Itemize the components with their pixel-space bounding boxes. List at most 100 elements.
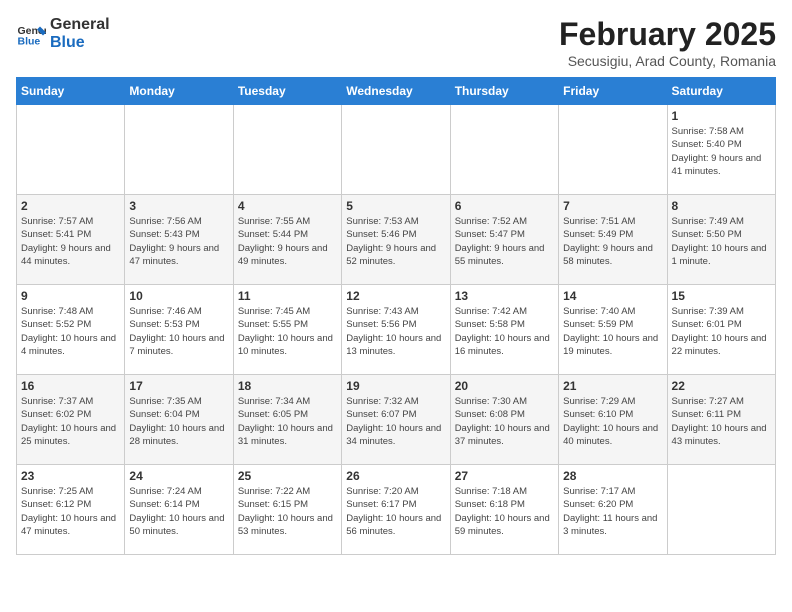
day-info: Sunrise: 7:51 AM Sunset: 5:49 PM Dayligh… — [563, 215, 662, 268]
day-number: 11 — [238, 289, 337, 303]
day-info: Sunrise: 7:24 AM Sunset: 6:14 PM Dayligh… — [129, 485, 228, 538]
day-info: Sunrise: 7:46 AM Sunset: 5:53 PM Dayligh… — [129, 305, 228, 358]
day-number: 1 — [672, 109, 771, 123]
day-number: 5 — [346, 199, 445, 213]
day-number: 21 — [563, 379, 662, 393]
day-info: Sunrise: 7:20 AM Sunset: 6:17 PM Dayligh… — [346, 485, 445, 538]
day-info: Sunrise: 7:27 AM Sunset: 6:11 PM Dayligh… — [672, 395, 771, 448]
header: General Blue General Blue February 2025 … — [16, 16, 776, 69]
day-info: Sunrise: 7:17 AM Sunset: 6:20 PM Dayligh… — [563, 485, 662, 538]
day-number: 16 — [21, 379, 120, 393]
day-info: Sunrise: 7:57 AM Sunset: 5:41 PM Dayligh… — [21, 215, 120, 268]
day-info: Sunrise: 7:40 AM Sunset: 5:59 PM Dayligh… — [563, 305, 662, 358]
calendar-day-cell: 12Sunrise: 7:43 AM Sunset: 5:56 PM Dayli… — [342, 285, 450, 375]
day-number: 14 — [563, 289, 662, 303]
weekday-header-row: SundayMondayTuesdayWednesdayThursdayFrid… — [17, 78, 776, 105]
calendar-day-cell: 23Sunrise: 7:25 AM Sunset: 6:12 PM Dayli… — [17, 465, 125, 555]
day-info: Sunrise: 7:32 AM Sunset: 6:07 PM Dayligh… — [346, 395, 445, 448]
calendar-header: SundayMondayTuesdayWednesdayThursdayFrid… — [17, 78, 776, 105]
day-info: Sunrise: 7:34 AM Sunset: 6:05 PM Dayligh… — [238, 395, 337, 448]
calendar-day-cell: 27 Sunrise: 7:18 AM Sunset: 6:18 PM Dayli… — [450, 465, 558, 555]
day-number: 9 — [21, 289, 120, 303]
day-info: Sunrise: 7:37 AM Sunset: 6:02 PM Dayligh… — [21, 395, 120, 448]
calendar-day-cell — [342, 105, 450, 195]
calendar-day-cell: 16 Sunrise: 7:37 AM Sunset: 6:02 PM Dayli… — [17, 375, 125, 465]
calendar-day-cell: 17 Sunrise: 7:35 AM Sunset: 6:04 PM Dayli… — [125, 375, 233, 465]
day-number: 13 — [455, 289, 554, 303]
calendar-day-cell — [125, 105, 233, 195]
calendar-day-cell: 24 Sunrise: 7:24 AM Sunset: 6:14 PM Dayli… — [125, 465, 233, 555]
calendar-week-row: 23Sunrise: 7:25 AM Sunset: 6:12 PM Dayli… — [17, 465, 776, 555]
day-info: Sunrise: 7:18 AM Sunset: 6:18 PM Dayligh… — [455, 485, 554, 538]
calendar-day-cell: 20 Sunrise: 7:30 AM Sunset: 6:08 PM Dayli… — [450, 375, 558, 465]
calendar-day-cell: 8 Sunrise: 7:49 AM Sunset: 5:50 PM Daylig… — [667, 195, 775, 285]
day-number: 23 — [21, 469, 120, 483]
day-number: 22 — [672, 379, 771, 393]
day-number: 20 — [455, 379, 554, 393]
day-number: 2 — [21, 199, 120, 213]
day-number: 18 — [238, 379, 337, 393]
day-info: Sunrise: 7:53 AM Sunset: 5:46 PM Dayligh… — [346, 215, 445, 268]
calendar-day-cell: 28 Sunrise: 7:17 AM Sunset: 6:20 PM Dayli… — [559, 465, 667, 555]
weekday-header-friday: Friday — [559, 78, 667, 105]
calendar-day-cell: 4 Sunrise: 7:55 AM Sunset: 5:44 PM Daylig… — [233, 195, 341, 285]
calendar-day-cell: 2 Sunrise: 7:57 AM Sunset: 5:41 PM Daylig… — [17, 195, 125, 285]
day-number: 25 — [238, 469, 337, 483]
weekday-header-tuesday: Tuesday — [233, 78, 341, 105]
calendar-day-cell: 9 Sunrise: 7:48 AM Sunset: 5:52 PM Daylig… — [17, 285, 125, 375]
calendar-week-row: 2 Sunrise: 7:57 AM Sunset: 5:41 PM Daylig… — [17, 195, 776, 285]
logo-general: General — [50, 16, 110, 34]
weekday-header-wednesday: Wednesday — [342, 78, 450, 105]
day-info: Sunrise: 7:55 AM Sunset: 5:44 PM Dayligh… — [238, 215, 337, 268]
logo-blue: Blue — [50, 34, 110, 52]
calendar-table: SundayMondayTuesdayWednesdayThursdayFrid… — [16, 77, 776, 555]
calendar-day-cell: 19 Sunrise: 7:32 AM Sunset: 6:07 PM Dayli… — [342, 375, 450, 465]
day-number: 7 — [563, 199, 662, 213]
calendar-day-cell: 13 Sunrise: 7:42 AM Sunset: 5:58 PM Dayli… — [450, 285, 558, 375]
title-area: February 2025 Secusigiu, Arad County, Ro… — [559, 16, 776, 69]
day-info: Sunrise: 7:30 AM Sunset: 6:08 PM Dayligh… — [455, 395, 554, 448]
day-number: 17 — [129, 379, 228, 393]
calendar-day-cell: 26 Sunrise: 7:20 AM Sunset: 6:17 PM Dayli… — [342, 465, 450, 555]
calendar-day-cell: 11Sunrise: 7:45 AM Sunset: 5:55 PM Dayli… — [233, 285, 341, 375]
day-number: 15 — [672, 289, 771, 303]
sub-title: Secusigiu, Arad County, Romania — [559, 53, 776, 69]
day-number: 10 — [129, 289, 228, 303]
day-info: Sunrise: 7:58 AM Sunset: 5:40 PM Dayligh… — [672, 125, 771, 178]
weekday-header-sunday: Sunday — [17, 78, 125, 105]
calendar-day-cell — [667, 465, 775, 555]
logo: General Blue General Blue — [16, 16, 110, 51]
day-number: 6 — [455, 199, 554, 213]
day-info: Sunrise: 7:42 AM Sunset: 5:58 PM Dayligh… — [455, 305, 554, 358]
day-info: Sunrise: 7:22 AM Sunset: 6:15 PM Dayligh… — [238, 485, 337, 538]
calendar-week-row: 16 Sunrise: 7:37 AM Sunset: 6:02 PM Dayli… — [17, 375, 776, 465]
day-number: 19 — [346, 379, 445, 393]
calendar-day-cell: 7 Sunrise: 7:51 AM Sunset: 5:49 PM Daylig… — [559, 195, 667, 285]
day-number: 24 — [129, 469, 228, 483]
day-info: Sunrise: 7:48 AM Sunset: 5:52 PM Dayligh… — [21, 305, 120, 358]
day-number: 4 — [238, 199, 337, 213]
calendar-day-cell — [559, 105, 667, 195]
day-number: 3 — [129, 199, 228, 213]
calendar-day-cell: 5 Sunrise: 7:53 AM Sunset: 5:46 PM Daylig… — [342, 195, 450, 285]
weekday-header-saturday: Saturday — [667, 78, 775, 105]
day-info: Sunrise: 7:39 AM Sunset: 6:01 PM Dayligh… — [672, 305, 771, 358]
day-number: 8 — [672, 199, 771, 213]
weekday-header-thursday: Thursday — [450, 78, 558, 105]
day-number: 26 — [346, 469, 445, 483]
day-info: Sunrise: 7:35 AM Sunset: 6:04 PM Dayligh… — [129, 395, 228, 448]
day-number: 12 — [346, 289, 445, 303]
calendar-day-cell: 15 Sunrise: 7:39 AM Sunset: 6:01 PM Dayli… — [667, 285, 775, 375]
calendar-day-cell: 14 Sunrise: 7:40 AM Sunset: 5:59 PM Dayli… — [559, 285, 667, 375]
calendar-day-cell: 6 Sunrise: 7:52 AM Sunset: 5:47 PM Daylig… — [450, 195, 558, 285]
calendar-week-row: 9 Sunrise: 7:48 AM Sunset: 5:52 PM Daylig… — [17, 285, 776, 375]
day-number: 27 — [455, 469, 554, 483]
calendar-day-cell: 22 Sunrise: 7:27 AM Sunset: 6:11 PM Dayli… — [667, 375, 775, 465]
weekday-header-monday: Monday — [125, 78, 233, 105]
day-info: Sunrise: 7:49 AM Sunset: 5:50 PM Dayligh… — [672, 215, 771, 268]
day-number: 28 — [563, 469, 662, 483]
day-info: Sunrise: 7:52 AM Sunset: 5:47 PM Dayligh… — [455, 215, 554, 268]
calendar-day-cell — [17, 105, 125, 195]
calendar-day-cell: 21Sunrise: 7:29 AM Sunset: 6:10 PM Dayli… — [559, 375, 667, 465]
calendar-week-row: 1 Sunrise: 7:58 AM Sunset: 5:40 PM Daylig… — [17, 105, 776, 195]
